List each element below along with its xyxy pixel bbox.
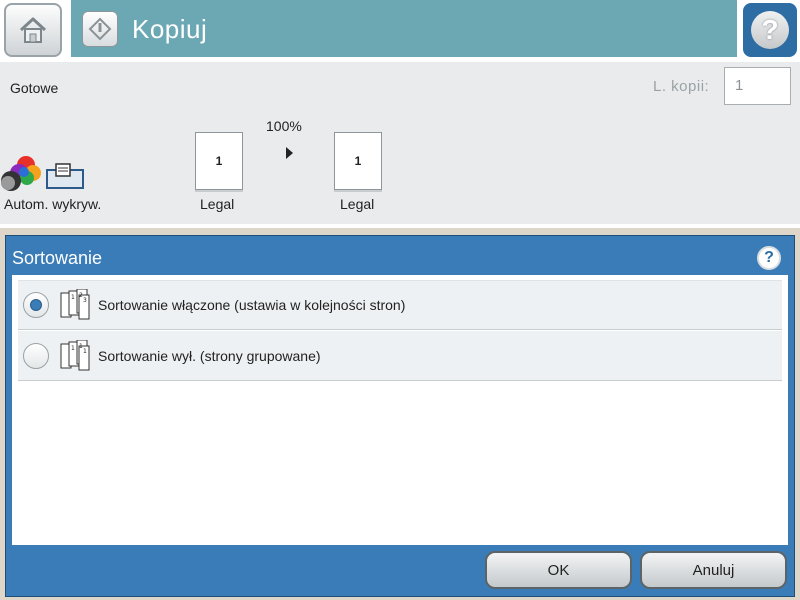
radio-collate-on[interactable] (23, 292, 49, 318)
output-page-icon[interactable]: 1 (334, 132, 382, 190)
help-icon: ? (751, 11, 789, 49)
color-mode-label: Autom. wykryw. (4, 196, 102, 212)
home-button[interactable] (4, 3, 62, 57)
option-label: Sortowanie włączone (ustawia w kolejnośc… (98, 297, 406, 313)
svg-text:3: 3 (83, 297, 87, 304)
radio-collate-off[interactable] (23, 342, 49, 369)
dialog-title: Sortowanie (12, 248, 103, 268)
start-icon (88, 17, 112, 41)
original-size-label: Legal (200, 196, 235, 212)
option-collate-on[interactable]: 1 2 3 Sortowanie włączone (ustawia w kol… (18, 280, 782, 330)
radio-selected-dot (30, 299, 42, 311)
collated-pages-icon: 1 2 3 (60, 289, 90, 320)
ok-button[interactable]: OK (485, 551, 632, 589)
scanner-icon[interactable] (46, 162, 84, 190)
grouped-pages-icon: 1 1 1 (60, 339, 90, 370)
color-mode-icon[interactable] (0, 153, 42, 193)
status-text: Gotowe (10, 80, 59, 96)
start-copy-button[interactable] (82, 11, 118, 47)
copies-label: L. kopii: (653, 78, 710, 95)
output-size-label: Legal (340, 196, 375, 212)
zoom-label: 100% (266, 118, 302, 134)
svg-text:1: 1 (83, 348, 87, 355)
original-page-icon[interactable]: 1 (195, 132, 243, 190)
home-icon (19, 17, 47, 43)
cancel-button[interactable]: Anuluj (640, 551, 787, 589)
page-title: Kopiuj (132, 14, 208, 44)
option-label: Sortowanie wył. (strony grupowane) (98, 347, 321, 364)
dialog-help-button[interactable]: ? (757, 246, 781, 270)
option-collate-off[interactable]: 1 1 1 Sortowanie wył. (strony grupowane) (18, 331, 782, 381)
copies-input[interactable]: 1 (724, 67, 791, 105)
dialog-help-icon: ? (764, 249, 774, 266)
svg-text:1: 1 (71, 294, 75, 301)
top-bar: Kopiuj ? (0, 0, 800, 62)
help-button[interactable]: ? (743, 3, 797, 57)
svg-text:1: 1 (71, 345, 75, 352)
arrow-right-icon (286, 147, 293, 159)
status-area: Gotowe L. kopii: 1 Autom. wykryw. 100% 1… (0, 62, 800, 224)
